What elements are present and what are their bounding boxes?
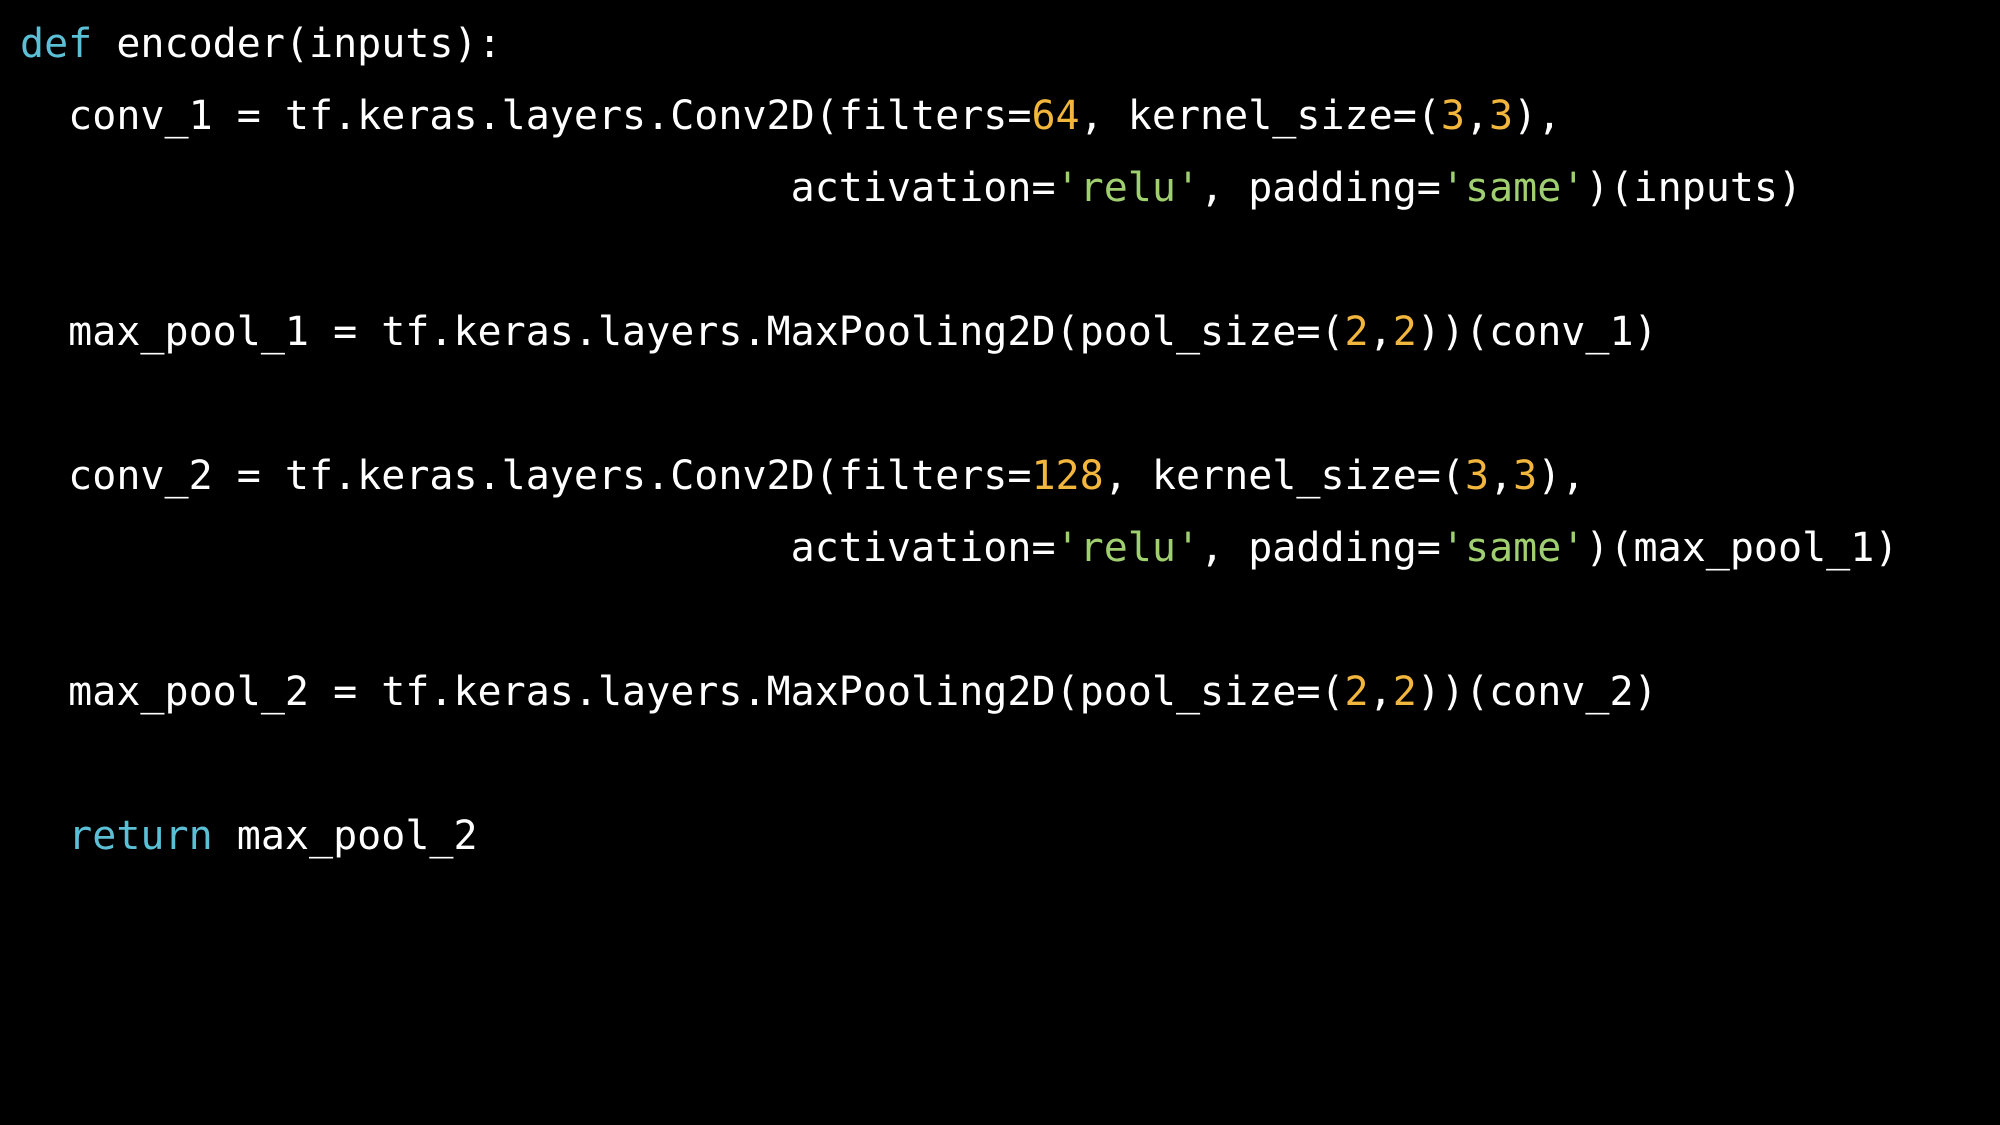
keyword-token: def xyxy=(20,21,93,67)
code-text: encoder(inputs): xyxy=(92,21,502,67)
number-token: 2 xyxy=(1344,669,1369,715)
code-text: max_pool_2 = tf.keras.layers.MaxPooling2… xyxy=(20,669,1345,715)
code-text: conv_1 = tf.keras.layers.Conv2D(filters= xyxy=(20,93,1032,139)
number-token: 3 xyxy=(1513,453,1538,499)
string-token: 'relu' xyxy=(1055,165,1201,211)
code-line: max_pool_2 = tf.keras.layers.MaxPooling2… xyxy=(20,662,1658,722)
number-token: 2 xyxy=(1392,309,1417,355)
code-text: ), xyxy=(1537,453,1586,499)
number-token: 64 xyxy=(1031,93,1080,139)
code-editor: def encoder(inputs): conv_1 = tf.keras.l… xyxy=(0,0,2000,1125)
code-text: , xyxy=(1464,93,1490,139)
code-text: conv_2 = tf.keras.layers.Conv2D(filters= xyxy=(20,453,1032,499)
code-text: activation= xyxy=(20,525,1056,571)
code-text: activation= xyxy=(20,165,1056,211)
code-text: , xyxy=(1368,309,1393,355)
code-text: max_pool_1 = tf.keras.layers.MaxPooling2… xyxy=(20,309,1345,355)
string-token: 'same' xyxy=(1440,525,1586,571)
number-token: 2 xyxy=(1344,309,1369,355)
code-text: , padding= xyxy=(1200,165,1441,211)
keyword-token: return xyxy=(20,813,213,859)
code-line: max_pool_1 = tf.keras.layers.MaxPooling2… xyxy=(20,302,1658,362)
code-line: conv_2 = tf.keras.layers.Conv2D(filters=… xyxy=(20,446,1585,506)
code-text: ))(conv_1) xyxy=(1416,309,1658,355)
number-token: 3 xyxy=(1489,93,1514,139)
number-token: 128 xyxy=(1031,453,1104,499)
code-text: , kernel_size=( xyxy=(1103,453,1465,499)
code-text: ), xyxy=(1513,93,1562,139)
code-text: , xyxy=(1368,669,1393,715)
string-token: 'relu' xyxy=(1055,525,1201,571)
code-line: def encoder(inputs): xyxy=(20,14,502,74)
code-line: conv_1 = tf.keras.layers.Conv2D(filters=… xyxy=(20,86,1561,146)
code-line: return max_pool_2 xyxy=(20,806,478,866)
code-text: , kernel_size=( xyxy=(1079,93,1441,139)
code-text: )(inputs) xyxy=(1585,165,1803,211)
code-text: )(max_pool_1) xyxy=(1585,525,1899,571)
code-text: max_pool_2 xyxy=(212,813,478,859)
string-token: 'same' xyxy=(1440,165,1586,211)
number-token: 3 xyxy=(1440,93,1465,139)
number-token: 2 xyxy=(1392,669,1417,715)
code-text: , padding= xyxy=(1200,525,1441,571)
code-line: activation='relu', padding='same')(input… xyxy=(20,158,1802,218)
code-line: activation='relu', padding='same')(max_p… xyxy=(20,518,1899,578)
number-token: 3 xyxy=(1464,453,1490,499)
code-text: ))(conv_2) xyxy=(1416,669,1658,715)
code-text: , xyxy=(1489,453,1514,499)
